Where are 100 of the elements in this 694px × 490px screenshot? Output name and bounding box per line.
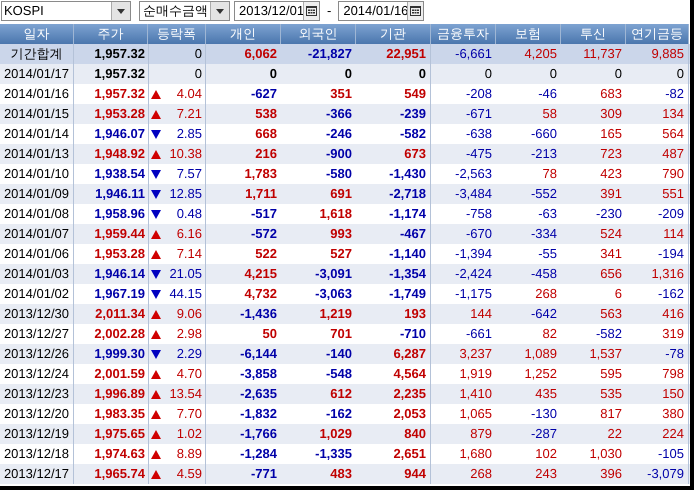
change-value: 13.54 [169,385,202,404]
value-cell-text: 656 [599,265,623,284]
value-cell-text: 538 [254,105,278,124]
column-header[interactable]: 연기금등 [626,24,689,44]
value-cell-text: -572 [250,225,278,244]
column-header[interactable]: 등락폭 [148,24,206,44]
value-cell-text: 268 [469,465,493,484]
dropdown-caret-icon [216,8,224,14]
value-cell-text: 1,783 [243,165,278,184]
value-cell-text: 535 [599,385,623,404]
value-cell-text: 11,737 [582,45,623,64]
down-triangle-icon [151,190,161,198]
value-cell-text: 144 [469,305,493,324]
value-cell-text: 82 [542,325,558,344]
value-cell-text: -1,335 [314,445,353,464]
market-select[interactable]: KOSPI [1,1,131,21]
up-triangle-icon [151,410,161,418]
price-cell-text: 1,938.54 [93,165,146,184]
column-header[interactable]: 주가 [74,24,148,44]
change-value: 8.89 [176,445,202,464]
value-cell-text: 435 [534,385,558,404]
column-header[interactable]: 기관 [356,24,431,44]
start-date-field[interactable]: 2013/12/01 [234,1,320,21]
value-cell-text: -1,284 [239,445,278,464]
value-cell-text: 3,237 [458,345,493,364]
value-cell-text: -517 [250,205,278,224]
calendar-icon [410,6,422,16]
value-cell-text: -1,394 [454,245,493,264]
value-cell-text: -46 [537,85,558,104]
measure-select[interactable]: 순매수금액 [139,1,230,21]
change-value: 2.98 [176,325,202,344]
value-cell-text: -582 [594,325,623,344]
price-cell-text: 1,965.74 [93,465,146,484]
value-cell-text: 683 [599,85,623,104]
value-cell-text: 522 [254,245,278,264]
value-cell-text: 351 [329,85,353,104]
value-cell-text: -21,827 [306,45,353,64]
price-cell-text: 1,953.28 [93,245,146,264]
value-cell-text: 1,252 [523,365,558,384]
up-triangle-icon [151,370,161,378]
value-cell-text: 6,062 [243,45,278,64]
price-cell-text: 1,959.44 [93,225,146,244]
change-value: 4.59 [176,465,202,484]
value-cell-text: -627 [250,85,278,104]
price-cell-text: 1,983.35 [93,405,146,424]
up-triangle-icon [151,250,161,258]
value-cell-text: -63 [537,205,558,224]
down-triangle-icon [151,350,161,358]
value-cell-text: -366 [324,105,353,124]
price-cell-text: 1,948.92 [93,145,146,164]
value-cell-text: 22 [606,425,623,444]
change-value: 44.15 [169,285,202,304]
change-value: 0 [194,45,202,64]
value-cell-text: -660 [530,125,558,144]
change-value: 7.14 [176,245,202,264]
price-cell-text: 1,957.32 [93,65,146,84]
value-cell-text: -3,091 [314,265,353,284]
value-cell-text: -6,144 [239,345,278,364]
value-cell-text: -475 [464,145,493,164]
down-triangle-icon [151,270,161,278]
value-cell-text: -671 [464,105,493,124]
column-header[interactable]: 보험 [496,24,561,44]
value-cell-text: 879 [469,425,493,444]
value-cell-text: 0 [548,65,558,84]
column-header[interactable]: 금융투자 [431,24,496,44]
value-cell-text: 243 [534,465,558,484]
value-cell-text: 691 [329,185,353,204]
end-date-field[interactable]: 2014/01/16 [338,1,424,21]
value-cell-text: -3,858 [239,365,278,384]
value-cell-text: 668 [254,125,278,144]
column-header[interactable]: 일자 [0,24,74,44]
value-cell-text: -548 [324,365,353,384]
value-cell-text: 0 [484,65,493,84]
value-cell-text: 58 [542,105,558,124]
up-triangle-icon [151,310,161,318]
value-cell-text: 483 [329,465,353,484]
column-header[interactable]: 투신 [561,24,626,44]
down-triangle-icon [151,130,161,138]
column-header[interactable]: 개인 [206,24,281,44]
value-cell-text: 4,215 [243,265,278,284]
date-cell: 2013/12/17 [0,464,74,484]
value-cell-text: 0 [344,65,353,84]
value-cell-text: 1,680 [458,445,493,464]
price-cell-text: 1,953.28 [93,105,146,124]
change-value: 0.48 [176,205,202,224]
value-cell-text: -3,063 [314,285,353,304]
value-cell-text: 1,618 [318,205,353,224]
change-value: 7.21 [176,105,202,124]
column-header[interactable]: 외국인 [281,24,356,44]
change-value: 12.85 [169,185,202,204]
value-cell-text: -208 [464,85,493,104]
value-cell-text: -287 [530,425,558,444]
value-cell-text: 341 [599,245,623,264]
value-cell-text: 4,205 [523,45,558,64]
price-cell-text: 1,996.89 [93,385,146,404]
value-cell-text: 0 [614,65,623,84]
value-cell-text: 1,919 [458,365,493,384]
value-cell-text: -1,766 [239,425,278,444]
value-cell-text: 1,537 [588,345,623,364]
value-cell-text: 102 [534,445,558,464]
